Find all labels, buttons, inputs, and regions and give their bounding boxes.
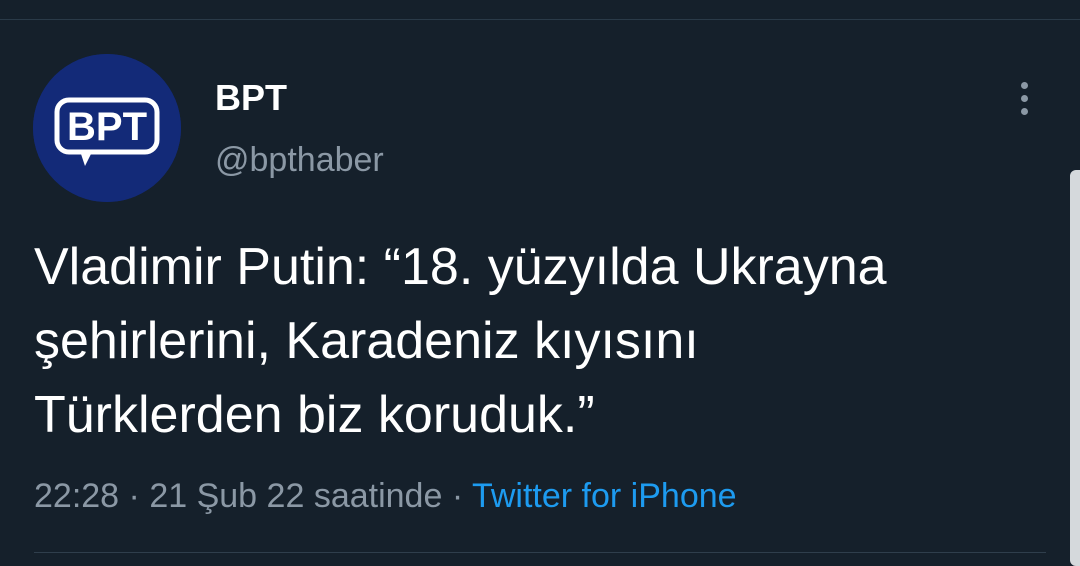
more-vertical-icon[interactable] xyxy=(1011,78,1037,118)
more-dot xyxy=(1020,107,1028,115)
bpt-logo-icon: BPT xyxy=(33,54,181,202)
avatar-logo-text: BPT xyxy=(67,105,147,149)
avatar[interactable]: BPT xyxy=(33,54,181,202)
tweet-time-suffix: saatinde xyxy=(313,477,443,515)
more-dot xyxy=(1020,81,1028,89)
tweet-date[interactable]: 21 Şub 22 xyxy=(149,477,304,515)
tweet-source-link[interactable]: Twitter for iPhone xyxy=(472,477,737,515)
author-handle[interactable]: @bpthaber xyxy=(215,140,384,180)
tweet-text-line: Türklerden biz koruduk.” xyxy=(34,386,595,444)
tweet-text: Vladimir Putin: “18. yüzyılda Ukrayna şe… xyxy=(34,230,1034,452)
scrollbar[interactable] xyxy=(1070,170,1080,566)
meta-separator: · xyxy=(128,477,140,515)
tweet-text-line: şehirlerini, Karadeniz kıyısını xyxy=(34,312,699,370)
meta-separator: · xyxy=(451,477,464,515)
top-divider xyxy=(0,19,1080,20)
more-dot xyxy=(1020,94,1028,102)
tweet-time[interactable]: 22:28 xyxy=(34,477,119,515)
tweet-meta: 22:28 · 21 Şub 22 saatinde · Twitter for… xyxy=(34,474,737,518)
tweet-text-line: Vladimir Putin: “18. yüzyılda Ukrayna xyxy=(34,238,887,296)
author-display-name[interactable]: BPT xyxy=(215,78,287,118)
bottom-divider xyxy=(34,552,1046,553)
